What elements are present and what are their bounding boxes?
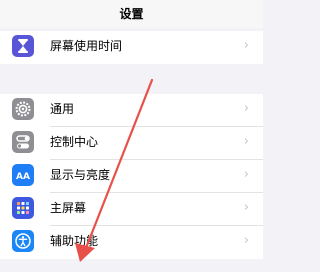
settings-item-label: 主屏幕 <box>50 201 87 215</box>
switches-icon <box>12 131 34 153</box>
settings-item-label: 通用 <box>50 102 75 116</box>
settings-item-label: 控制中心 <box>50 135 99 149</box>
settings-item-label: 屏幕使用时间 <box>50 39 123 53</box>
settings-item-control-center[interactable]: 控制中心 › <box>0 127 263 160</box>
grid-icon <box>12 197 34 219</box>
hourglass-icon <box>12 35 34 57</box>
chevron-right-icon: › <box>243 38 249 53</box>
settings-item-label: 显示与亮度 <box>50 168 111 182</box>
settings-item-accessibility[interactable]: 辅助功能 › <box>0 226 263 259</box>
settings-group-general: 通用 › 控制中心 › AA 显示与亮度 › 主屏幕 › 辅助功能 › <box>0 94 263 259</box>
settings-item-screen-time[interactable]: 屏幕使用时间 › <box>0 31 263 64</box>
aa-text-glyph: AA <box>16 172 30 182</box>
chevron-right-icon: › <box>243 101 249 116</box>
aa-text-icon: AA <box>12 164 34 186</box>
settings-item-label: 辅助功能 <box>50 234 99 248</box>
settings-item-general[interactable]: 通用 › <box>0 94 263 127</box>
chevron-right-icon: › <box>243 233 249 248</box>
settings-item-home-screen[interactable]: 主屏幕 › <box>0 193 263 226</box>
settings-group-screen-time: 屏幕使用时间 › <box>0 31 263 64</box>
chevron-right-icon: › <box>243 134 249 149</box>
accessibility-icon <box>12 230 34 252</box>
settings-item-display-brightness[interactable]: AA 显示与亮度 › <box>0 160 263 193</box>
chevron-right-icon: › <box>243 167 249 182</box>
gear-icon <box>12 98 34 120</box>
page-title: 设置 <box>0 0 263 28</box>
chevron-right-icon: › <box>243 200 249 215</box>
